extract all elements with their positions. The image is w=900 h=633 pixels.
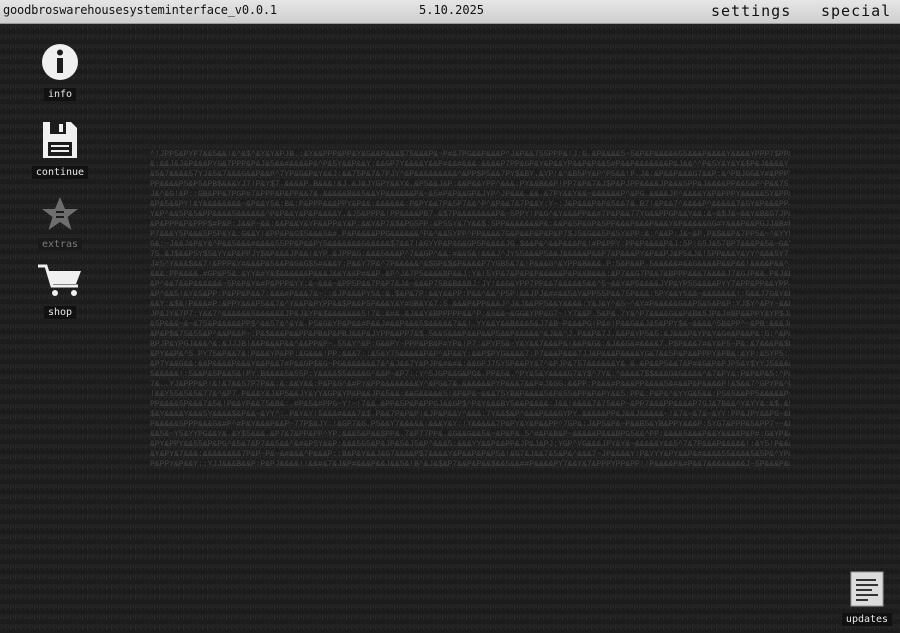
continue-label: continue bbox=[31, 166, 89, 179]
menu-bar: goodbroswarehousesysteminterface_v0.0.1 … bbox=[0, 0, 900, 24]
shop-label: shop bbox=[43, 306, 77, 319]
continue-desktop-icon[interactable]: continue bbox=[25, 120, 95, 179]
settings-menu[interactable]: settings bbox=[711, 2, 791, 20]
shopping-cart-icon bbox=[38, 264, 81, 296]
extras-desktop-icon[interactable]: extras bbox=[25, 196, 95, 251]
star-icon bbox=[42, 197, 78, 230]
ascii-logo-pattern: ^!JPP5&PYP7&&5&&!&^&$^&Y&Y&PJB.:&Y&&PPP&… bbox=[150, 150, 790, 469]
shop-desktop-icon[interactable]: shop bbox=[25, 264, 95, 319]
info-icon bbox=[42, 44, 78, 80]
updates-label: updates bbox=[841, 613, 893, 626]
special-menu[interactable]: special bbox=[821, 2, 891, 20]
app-title: goodbroswarehousesysteminterface_v0.0.1 bbox=[3, 3, 277, 17]
floppy-disk-icon bbox=[43, 122, 77, 158]
updates-desktop-icon[interactable]: updates bbox=[832, 571, 900, 626]
date-display: 5.10.2025 bbox=[419, 3, 485, 17]
document-icon bbox=[850, 571, 884, 607]
info-label: info bbox=[43, 88, 77, 101]
extras-label: extras bbox=[37, 238, 83, 251]
info-desktop-icon[interactable]: info bbox=[25, 42, 95, 101]
